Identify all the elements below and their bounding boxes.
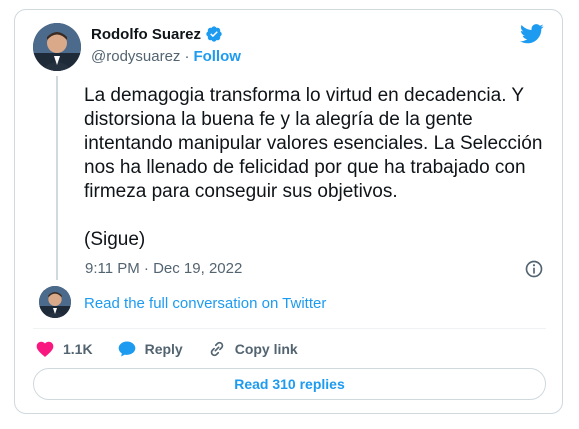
action-bar: 1.1K Reply Copy link [35,338,322,360]
reply-bubble-icon [118,341,135,357]
like-count: 1.1K [63,341,93,357]
separator-dot: · [184,48,190,65]
read-replies-button[interactable]: Read 310 replies [33,368,546,400]
follow-button[interactable]: Follow [193,48,241,65]
reply-label: Reply [144,341,183,357]
author-name[interactable]: Rodolfo Suarez [91,26,201,43]
tweet-text: La demagogia transforma lo virtud en dec… [84,85,543,250]
verified-badge-icon [206,26,222,42]
link-icon [210,341,223,357]
twitter-bird-icon[interactable] [520,24,544,44]
tweet-card: Rodolfo Suarez @rodysuarez · Follow La d… [14,9,563,414]
read-conversation-link[interactable]: Read the full conversation on Twitter [84,295,326,312]
author-handle[interactable]: @rodysuarez [91,48,180,65]
copy-link-label: Copy link [234,341,298,357]
author-avatar[interactable] [33,23,81,71]
thread-line [56,76,58,280]
conversation-avatar [39,286,71,318]
copy-link-button[interactable]: Copy link [207,339,298,359]
info-icon[interactable] [524,259,544,279]
divider [33,328,546,329]
author-name-row: Rodolfo Suarez [91,25,223,43]
heart-icon [36,341,54,357]
author-handle-row: @rodysuarez · Follow [91,48,241,65]
tweet-timestamp[interactable]: 9:11 PM · Dec 19, 2022 [85,260,242,277]
reply-button[interactable]: Reply [117,339,183,359]
like-button[interactable]: 1.1K [35,339,93,359]
